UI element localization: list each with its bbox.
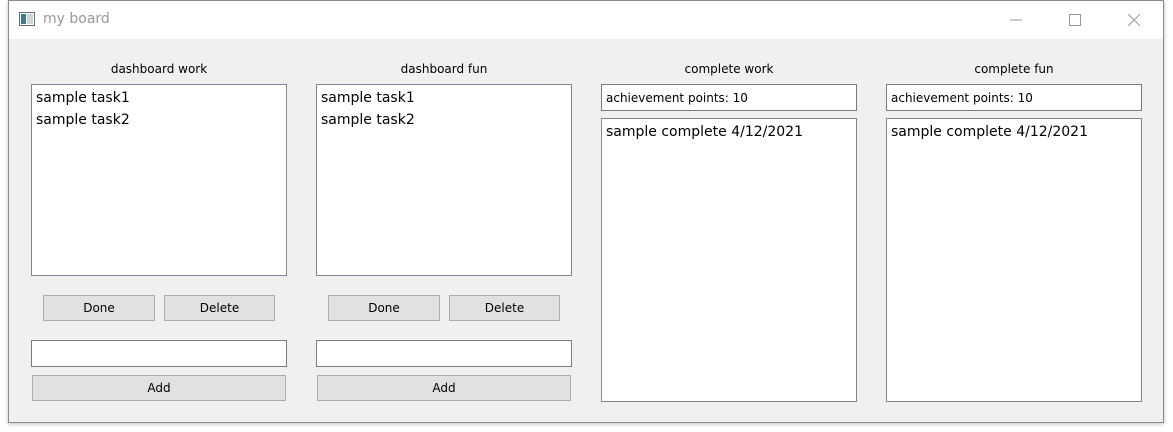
dashboard-work-list[interactable]: sample task1 sample task2	[31, 84, 287, 276]
dashboard-work-task-input[interactable]	[31, 340, 287, 367]
dashboard-work-done-button[interactable]: Done	[43, 295, 155, 321]
list-item[interactable]: sample complete 4/12/2021	[891, 123, 1137, 145]
list-item[interactable]: sample task2	[36, 111, 282, 133]
dashboard-fun-done-button[interactable]: Done	[328, 295, 440, 321]
dashboard-fun-list[interactable]: sample task1 sample task2	[316, 84, 572, 276]
title-bar[interactable]: my board	[9, 1, 1163, 39]
close-icon	[1128, 14, 1140, 26]
minimize-icon	[1010, 19, 1022, 21]
complete-fun-list[interactable]: sample complete 4/12/2021	[886, 118, 1142, 402]
complete-work-list[interactable]: sample complete 4/12/2021	[601, 118, 857, 402]
window-title: my board	[43, 11, 110, 27]
list-item[interactable]: sample task1	[36, 89, 282, 111]
dashboard-fun-title: dashboard fun	[400, 62, 488, 76]
list-item[interactable]: sample task1	[321, 89, 567, 111]
list-item[interactable]: sample complete 4/12/2021	[606, 123, 852, 145]
close-button[interactable]	[1105, 1, 1163, 39]
dashboard-fun-add-button[interactable]: Add	[317, 375, 571, 401]
app-window: my board dashboard work sample task1 sam…	[8, 0, 1164, 423]
maximize-icon	[1069, 14, 1081, 26]
maximize-button[interactable]	[1046, 1, 1104, 39]
complete-fun-title: complete fun	[974, 62, 1054, 76]
minimize-button[interactable]	[987, 1, 1045, 39]
dashboard-work-title: dashboard work	[110, 62, 208, 76]
dashboard-work-delete-button[interactable]: Delete	[164, 295, 275, 321]
dashboard-work-add-button[interactable]: Add	[32, 375, 286, 401]
app-icon	[19, 12, 35, 26]
dashboard-fun-task-input[interactable]	[316, 340, 572, 367]
dashboard-fun-delete-button[interactable]: Delete	[449, 295, 560, 321]
complete-fun-points-field: achievement points: 10	[886, 84, 1142, 111]
complete-work-points-field: achievement points: 10	[601, 84, 857, 111]
complete-work-title: complete work	[684, 62, 774, 76]
list-item[interactable]: sample task2	[321, 111, 567, 133]
